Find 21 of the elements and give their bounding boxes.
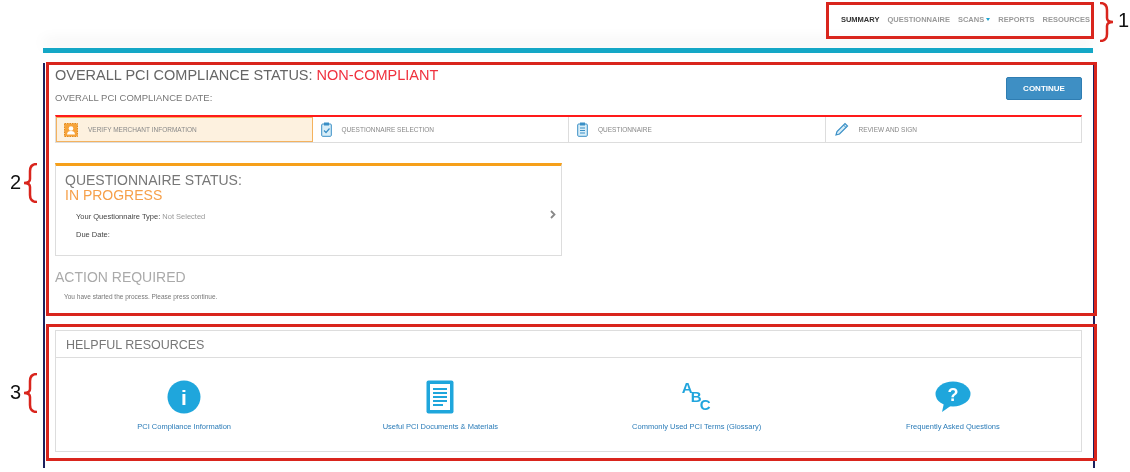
compliance-date-label: OVERALL PCI COMPLIANCE DATE: [55, 92, 214, 103]
clipboard-check-icon [320, 122, 332, 137]
brace-icon [22, 163, 38, 203]
callout-number: 3 [10, 382, 22, 402]
status-value: IN PROGRESS [65, 188, 163, 203]
compliance-status-title: OVERALL PCI COMPLIANCE STATUS: NON-COMPLIANT [55, 67, 439, 83]
callout-number: 1 [1118, 10, 1130, 30]
clipboard-icon [577, 122, 588, 137]
card-title: QUESTIONNAIRE STATUS: [65, 173, 243, 188]
card-title: HELPFUL RESOURCES [56, 331, 1081, 358]
action-title: ACTION REQUIRED [55, 269, 187, 285]
abc-icon[interactable]: ABC [680, 380, 713, 414]
brace-icon [1099, 2, 1115, 42]
info-icon[interactable]: i [167, 380, 202, 414]
document-icon[interactable] [426, 380, 455, 414]
person-icon [64, 122, 78, 137]
brace-icon [22, 373, 38, 413]
chevron-right-icon [550, 210, 556, 219]
callout-number: 2 [10, 172, 22, 192]
continue-button[interactable]: CONTINUE [1006, 77, 1082, 100]
pencil-icon [833, 122, 849, 137]
